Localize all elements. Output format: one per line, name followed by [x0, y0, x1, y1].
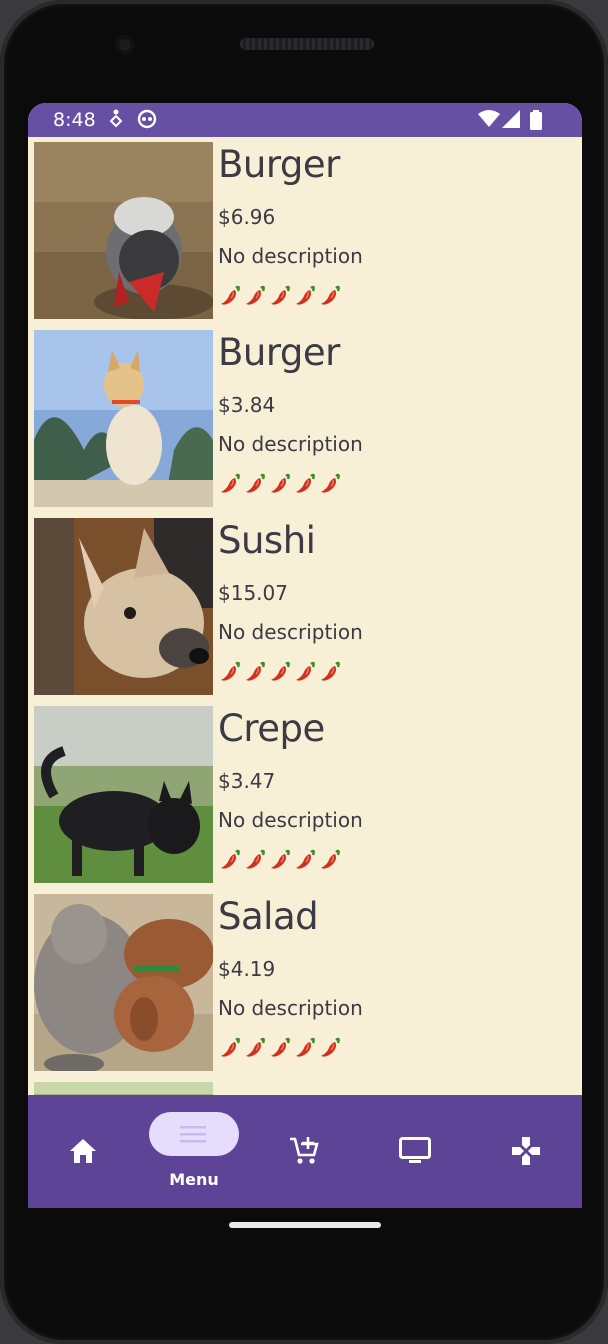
item-name: Burger [218, 143, 340, 186]
app-screen: 8:48 Burger $6.96 No description Burger … [28, 103, 582, 1208]
item-image [34, 142, 213, 319]
list-item[interactable]: Salad $4.19 No description [28, 889, 582, 1077]
item-image [34, 518, 213, 695]
chili-pepper-icon [296, 849, 315, 869]
chili-pepper-icon [296, 661, 315, 681]
bottom-navigation: Menu [28, 1095, 582, 1208]
status-time: 8:48 [53, 109, 96, 131]
chili-pepper-icon [271, 849, 290, 869]
item-name: Salad [218, 895, 319, 938]
item-description: No description [218, 244, 363, 268]
chili-pepper-icon [321, 1037, 340, 1057]
item-description: No description [218, 432, 363, 456]
list-item[interactable]: Burger $6.96 No description [28, 137, 582, 325]
list-item[interactable]: Sushi $15.07 No description [28, 513, 582, 701]
front-camera [115, 35, 135, 55]
chili-pepper-icon [271, 1037, 290, 1057]
monitor-icon [399, 1137, 431, 1169]
chili-pepper-icon [271, 661, 290, 681]
item-image [34, 330, 213, 507]
chili-pepper-icon [271, 473, 290, 493]
nav-home[interactable] [28, 1095, 138, 1208]
chili-pepper-icon [246, 849, 265, 869]
nav-tv[interactable] [360, 1095, 470, 1208]
gamepad-icon [511, 1136, 541, 1170]
menu-icon [180, 1125, 206, 1147]
item-price: $4.19 [218, 957, 276, 981]
accessibility-icon [108, 109, 124, 135]
home-gesture-bar[interactable] [229, 1222, 381, 1228]
chili-pepper-icon [321, 661, 340, 681]
chili-pepper-icon [321, 849, 340, 869]
home-icon [68, 1137, 98, 1169]
list-item[interactable]: Burger $3.84 No description [28, 325, 582, 513]
item-image [34, 894, 213, 1071]
spice-rating [218, 471, 342, 495]
signal-icon [502, 110, 520, 132]
chili-pepper-icon [246, 661, 265, 681]
phone-frame: 8:48 Burger $6.96 No description Burger … [0, 0, 608, 1344]
chili-pepper-icon [221, 1037, 240, 1057]
chili-pepper-icon [221, 849, 240, 869]
spice-rating [218, 659, 342, 683]
nav-games[interactable] [471, 1095, 581, 1208]
item-description: No description [218, 996, 363, 1020]
app-notification-icon [137, 109, 157, 135]
add-shopping-cart-icon [288, 1135, 320, 1171]
wifi-icon [478, 110, 500, 132]
list-item[interactable]: Crepe $3.47 No description [28, 701, 582, 889]
menu-list[interactable]: Burger $6.96 No description Burger $3.84… [28, 137, 582, 1095]
item-name: Crepe [218, 707, 325, 750]
chili-pepper-icon [221, 661, 240, 681]
item-price: $3.47 [218, 769, 276, 793]
spice-rating [218, 847, 342, 871]
chili-pepper-icon [271, 285, 290, 305]
item-description: No description [218, 808, 363, 832]
item-price: $6.96 [218, 205, 276, 229]
chili-pepper-icon [296, 473, 315, 493]
item-price: $15.07 [218, 581, 288, 605]
chili-pepper-icon [296, 285, 315, 305]
chili-pepper-icon [246, 285, 265, 305]
spice-rating [218, 283, 342, 307]
chili-pepper-icon [221, 285, 240, 305]
item-name: Sushi [218, 519, 316, 562]
chili-pepper-icon [321, 285, 340, 305]
chili-pepper-icon [321, 473, 340, 493]
item-description: No description [218, 620, 363, 644]
item-price: $3.84 [218, 393, 276, 417]
chili-pepper-icon [246, 1037, 265, 1057]
item-image [34, 1082, 213, 1095]
spice-rating [218, 1035, 342, 1059]
nav-cart[interactable] [249, 1095, 359, 1208]
list-item-partial[interactable] [28, 1077, 582, 1095]
battery-icon [530, 110, 542, 134]
status-bar: 8:48 [28, 103, 582, 137]
item-image [34, 706, 213, 883]
nav-menu-label: Menu [169, 1170, 219, 1189]
earpiece-speaker [240, 38, 374, 50]
chili-pepper-icon [296, 1037, 315, 1057]
nav-menu[interactable]: Menu [138, 1095, 248, 1208]
chili-pepper-icon [221, 473, 240, 493]
chili-pepper-icon [246, 473, 265, 493]
item-name: Burger [218, 331, 340, 374]
